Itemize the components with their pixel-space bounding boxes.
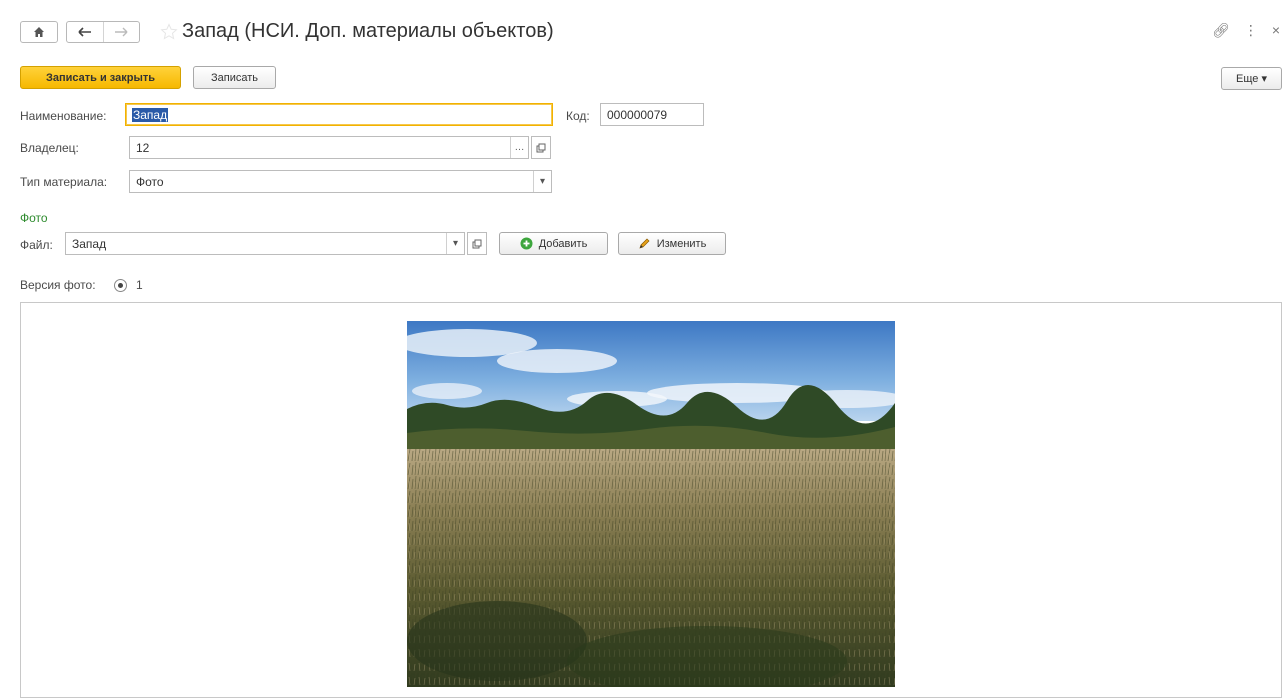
name-label: Наименование: <box>20 109 107 123</box>
owner-select-button[interactable]: … <box>510 137 528 158</box>
type-label: Тип материала: <box>20 175 108 189</box>
arrow-left-icon <box>78 27 91 37</box>
pencil-icon <box>639 238 650 249</box>
window-titlebar: Запад (НСИ. Доп. материалы объектов) 🔗︎ … <box>0 0 1282 62</box>
history-nav <box>66 21 140 43</box>
forward-button[interactable] <box>102 22 140 42</box>
save-and-close-button[interactable]: Записать и закрыть <box>20 66 181 89</box>
add-button[interactable]: Добавить <box>499 232 608 255</box>
add-button-label: Добавить <box>538 237 588 250</box>
favorite-star-icon[interactable] <box>160 23 178 41</box>
version-radio[interactable] <box>114 279 127 292</box>
more-button[interactable]: Еще ▾ <box>1221 67 1282 90</box>
code-label: Код: <box>566 109 590 123</box>
name-value: Запад <box>132 107 169 122</box>
owner-label: Владелец: <box>20 141 79 155</box>
code-field[interactable]: 000000079 <box>600 103 704 126</box>
edit-button-label: Изменить <box>656 237 707 250</box>
photo-image <box>407 321 895 687</box>
home-icon <box>34 27 44 37</box>
file-field[interactable]: Запад ▾ <box>65 232 465 255</box>
type-value: Фото <box>136 174 164 189</box>
home-button[interactable] <box>20 21 58 43</box>
open-copy-icon <box>536 143 546 152</box>
owner-open-button[interactable] <box>531 136 551 159</box>
close-icon[interactable]: × <box>1272 22 1280 39</box>
chevron-down-icon: ▾ <box>539 176 546 187</box>
more-vert-icon[interactable]: ⋮ <box>1244 22 1258 39</box>
file-open-button[interactable] <box>467 232 487 255</box>
chevron-down-icon: ▾ <box>452 238 459 249</box>
link-icon[interactable]: 🔗︎ <box>1212 22 1230 39</box>
file-label: Файл: <box>20 238 53 252</box>
arrow-right-icon <box>115 27 128 37</box>
type-dropdown-button[interactable]: ▾ <box>533 171 551 192</box>
window-actions: 🔗︎ ⋮ × <box>1212 22 1282 39</box>
owner-field[interactable]: 12 … <box>129 136 529 159</box>
edit-button[interactable]: Изменить <box>618 232 726 255</box>
window-title: Запад (НСИ. Доп. материалы объектов) <box>182 20 554 42</box>
open-copy-icon <box>472 239 482 248</box>
back-button[interactable] <box>67 22 103 42</box>
add-circle-icon <box>520 237 533 250</box>
owner-value: 12 <box>136 140 150 155</box>
file-dropdown-button[interactable]: ▾ <box>446 233 464 254</box>
version-label: Версия фото: <box>20 278 96 292</box>
version-value: 1 <box>136 278 143 292</box>
code-value: 000000079 <box>607 107 668 122</box>
file-value: Запад <box>72 236 107 251</box>
save-button[interactable]: Записать <box>193 66 276 89</box>
photo-preview-frame <box>20 302 1282 698</box>
name-field[interactable]: Запад <box>125 103 553 126</box>
type-field[interactable]: Фото ▾ <box>129 170 552 193</box>
landscape-photo <box>407 321 895 687</box>
photo-group-title: Фото <box>20 211 48 225</box>
